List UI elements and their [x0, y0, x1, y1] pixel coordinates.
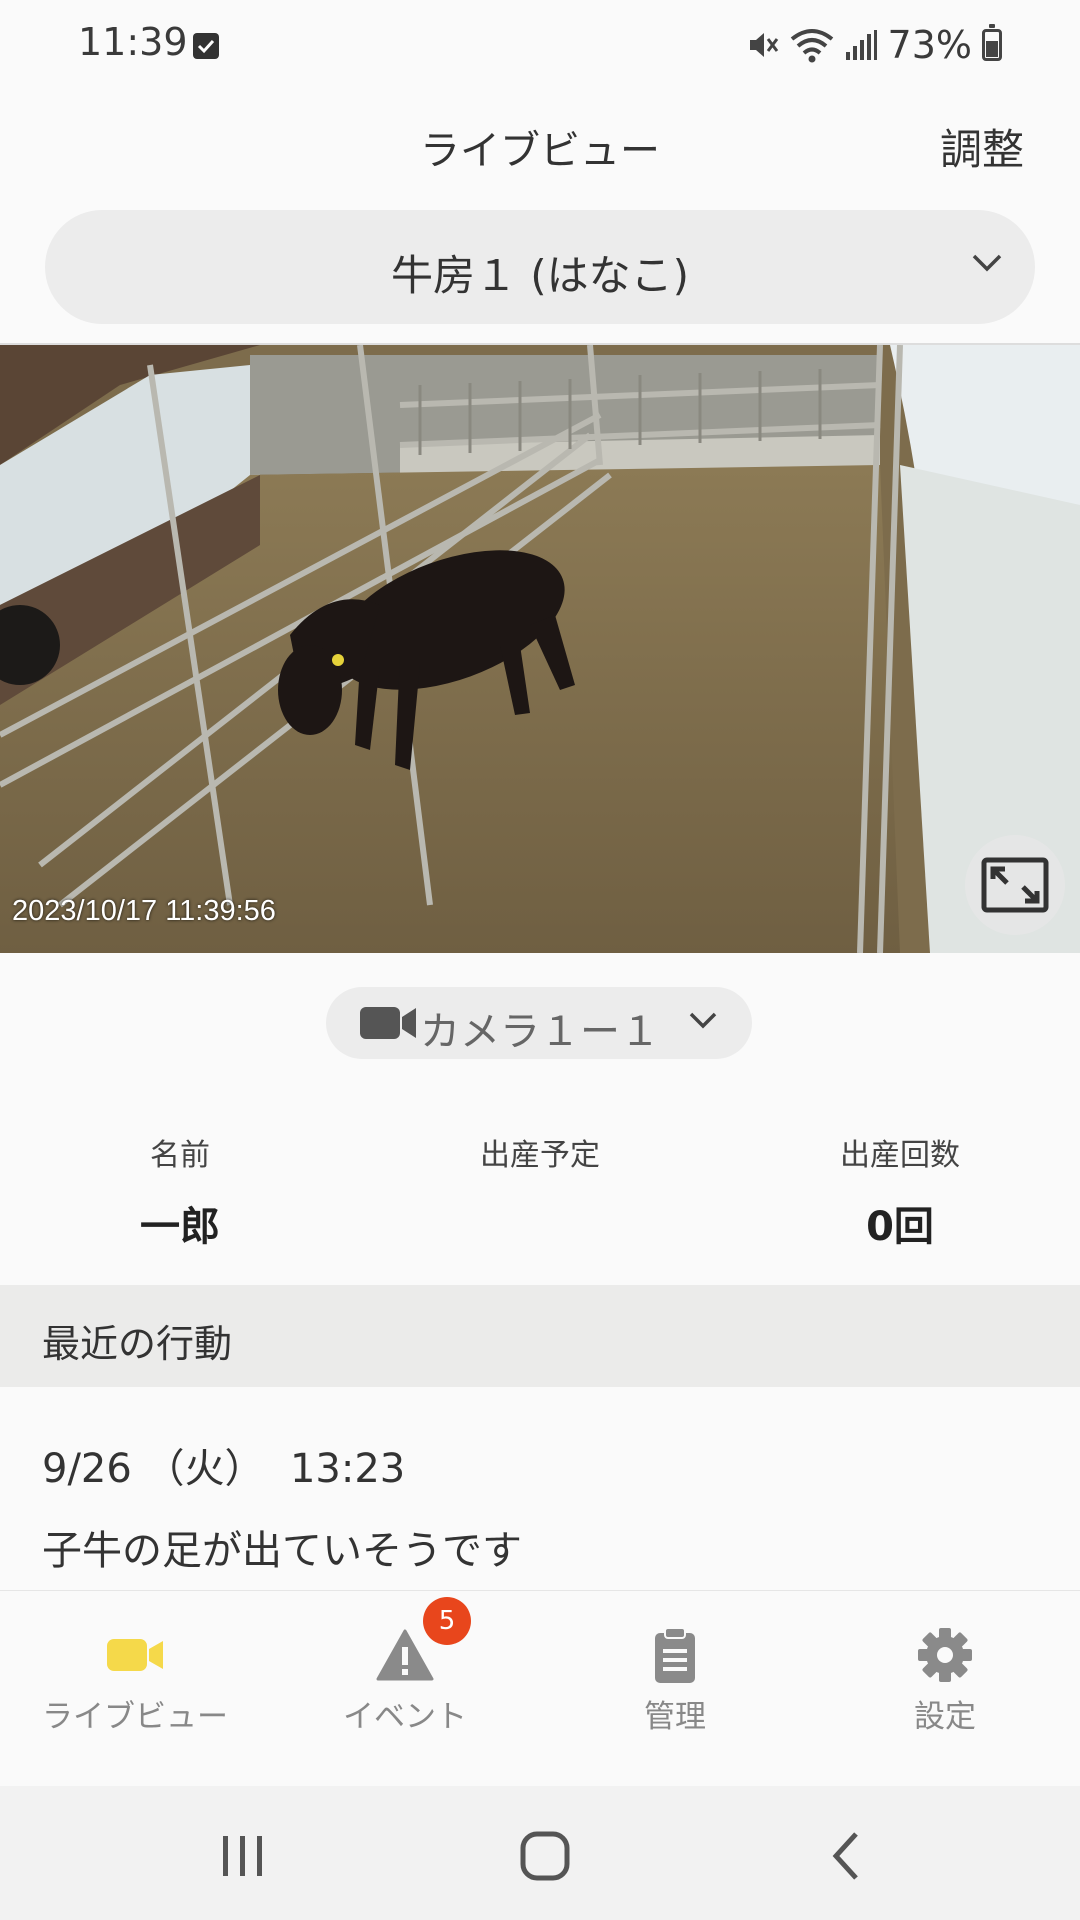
recent-title: 最近の行動: [42, 1322, 233, 1366]
mute-icon: [749, 33, 778, 57]
camera-select-dropdown[interactable]: カメラ１ー１: [326, 987, 752, 1059]
info-due: 出産予定: [390, 1130, 690, 1246]
camera-live-view[interactable]: 2023/10/17 11:39:56: [0, 345, 1080, 953]
fullscreen-button[interactable]: [965, 835, 1065, 935]
nav-label: 管理: [644, 1699, 706, 1735]
back-icon[interactable]: [818, 1826, 878, 1886]
recent-section-header: 最近の行動: [0, 1285, 1080, 1387]
status-time: 11:39: [78, 20, 188, 64]
page-title: ライブビュー: [420, 128, 660, 174]
pen-select-dropdown[interactable]: 牛房１ (はなこ): [45, 210, 1035, 324]
camera-feed-image: [0, 345, 1080, 953]
recent-description: 子牛の足が出ていそうです: [42, 1528, 522, 1574]
list-item[interactable]: 9/26 （火） 13:23 子牛の足が出ていそうです: [0, 1388, 1080, 1588]
fullscreen-icon: [981, 857, 1049, 913]
video-camera-icon: [360, 1007, 416, 1039]
info-name-value: 一郎: [140, 1204, 220, 1250]
info-count: 出産回数 0回: [750, 1130, 1050, 1250]
adjust-button[interactable]: 調整: [940, 116, 1024, 177]
checkbox-notification-icon: [193, 33, 219, 59]
chevron-down-icon: [972, 254, 1002, 272]
info-name-label: 名前: [150, 1138, 210, 1173]
info-count-value: 0回: [866, 1204, 934, 1250]
nav-label: ライブビュー: [42, 1699, 228, 1735]
camera-select-label: カメラ１ー１: [420, 1009, 660, 1055]
nav-item-settings[interactable]: 設定: [810, 1591, 1080, 1787]
chevron-down-icon: [689, 1012, 717, 1029]
battery-percent: 73%: [887, 23, 972, 67]
gear-icon: [918, 1628, 972, 1682]
system-nav-bar: [0, 1786, 1080, 1920]
status-bar: 11:39 73%: [0, 0, 1080, 90]
nav-item-liveview[interactable]: ライブビュー: [0, 1591, 270, 1787]
battery-icon: [982, 24, 1002, 61]
camera-timestamp: 2023/10/17 11:39:56: [12, 895, 276, 927]
signal-icon: [845, 30, 877, 60]
home-icon[interactable]: [515, 1826, 575, 1886]
status-icons: 73%: [746, 22, 1002, 68]
wifi-icon: [790, 29, 833, 63]
recent-apps-icon[interactable]: [213, 1826, 273, 1886]
nav-item-events[interactable]: 5 イベント: [270, 1591, 540, 1787]
app-header: ライブビュー 調整: [0, 90, 1080, 200]
nav-label: イベント: [343, 1699, 467, 1735]
video-camera-icon: [107, 1639, 163, 1671]
info-due-label: 出産予定: [480, 1138, 600, 1173]
info-count-label: 出産回数: [840, 1138, 960, 1173]
info-name: 名前 一郎: [30, 1130, 330, 1250]
nav-item-manage[interactable]: 管理: [540, 1591, 810, 1787]
nav-label: 設定: [914, 1699, 976, 1735]
recent-datetime: 9/26 （火） 13:23: [42, 1446, 406, 1492]
clipboard-icon: [655, 1627, 695, 1683]
event-count-badge: 5: [423, 1597, 471, 1645]
bottom-nav: ライブビュー 5 イベント 管理 設定: [0, 1590, 1080, 1786]
info-due-value: [390, 1194, 690, 1246]
pen-select-label: 牛房１ (はなこ): [390, 251, 690, 300]
